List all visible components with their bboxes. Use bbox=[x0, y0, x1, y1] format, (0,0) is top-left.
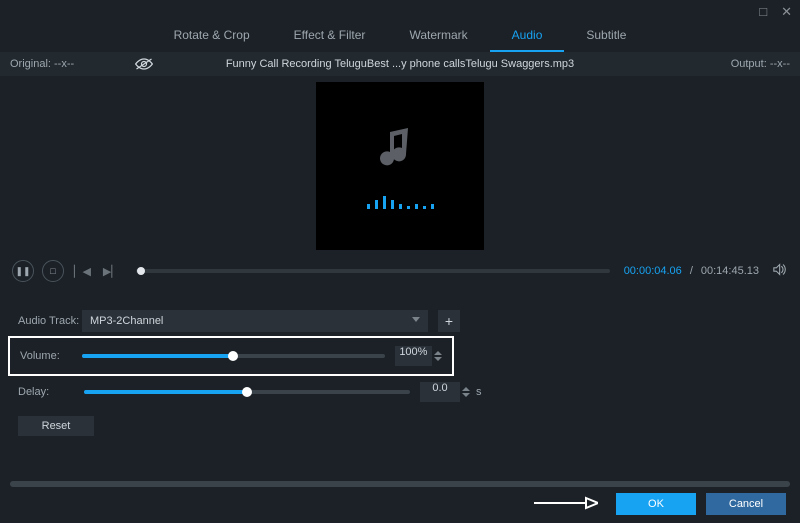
equalizer-icon bbox=[367, 193, 434, 209]
time-total: 00:14:45.13 bbox=[701, 265, 759, 277]
volume-up[interactable] bbox=[434, 351, 442, 355]
volume-row-highlight: Volume: 100% bbox=[8, 336, 454, 376]
delay-stepper[interactable] bbox=[462, 387, 470, 397]
audio-track-value: MP3-2Channel bbox=[90, 315, 163, 327]
audio-track-select[interactable]: MP3-2Channel bbox=[82, 310, 428, 332]
volume-stepper[interactable] bbox=[434, 351, 442, 361]
next-frame-button[interactable]: ▶▏ bbox=[101, 265, 122, 278]
cancel-button[interactable]: Cancel bbox=[706, 493, 786, 515]
tab-watermark[interactable]: Watermark bbox=[387, 22, 489, 52]
delay-label: Delay: bbox=[18, 386, 82, 398]
audio-preview bbox=[316, 82, 484, 250]
seek-thumb[interactable] bbox=[137, 267, 145, 275]
tab-audio[interactable]: Audio bbox=[490, 22, 565, 52]
chevron-down-icon bbox=[412, 317, 420, 322]
time-separator: / bbox=[690, 265, 693, 277]
stop-button[interactable]: □ bbox=[42, 260, 64, 282]
delay-value[interactable]: 0.0 bbox=[420, 382, 460, 402]
horizontal-scrollbar[interactable] bbox=[10, 481, 790, 487]
time-current: 00:00:04.06 bbox=[624, 265, 682, 277]
tab-rotate-crop[interactable]: Rotate & Crop bbox=[152, 22, 272, 52]
tab-subtitle[interactable]: Subtitle bbox=[564, 22, 648, 52]
music-note-icon bbox=[380, 124, 420, 175]
arrow-annotation bbox=[532, 496, 598, 513]
tab-bar: Rotate & Crop Effect & Filter Watermark … bbox=[0, 0, 800, 52]
audio-track-label: Audio Track: bbox=[18, 315, 82, 327]
current-filename: Funny Call Recording TeluguBest ...y pho… bbox=[226, 58, 574, 70]
prev-frame-button[interactable]: ▏◀ bbox=[72, 265, 93, 278]
ok-button[interactable]: OK bbox=[616, 493, 696, 515]
volume-thumb[interactable] bbox=[228, 351, 238, 361]
maximize-button[interactable]: □ bbox=[759, 4, 767, 20]
delay-slider[interactable] bbox=[84, 390, 410, 394]
volume-down[interactable] bbox=[434, 357, 442, 361]
visibility-toggle-icon[interactable] bbox=[134, 57, 154, 71]
speaker-icon[interactable] bbox=[773, 263, 788, 279]
scrollbar-thumb[interactable] bbox=[10, 481, 790, 487]
audio-settings: Audio Track: MP3-2Channel + Volume: 100%… bbox=[0, 288, 800, 436]
volume-value[interactable]: 100% bbox=[395, 346, 432, 366]
delay-suffix: s bbox=[476, 386, 482, 398]
close-button[interactable]: ✕ bbox=[781, 4, 792, 20]
delay-up[interactable] bbox=[462, 387, 470, 391]
original-dimensions: Original: --x-- bbox=[10, 58, 74, 70]
info-bar: Original: --x-- Funny Call Recording Tel… bbox=[0, 52, 800, 76]
volume-label: Volume: bbox=[20, 350, 80, 362]
output-dimensions: Output: --x-- bbox=[731, 58, 790, 70]
add-audio-track-button[interactable]: + bbox=[438, 310, 460, 332]
volume-slider[interactable] bbox=[82, 354, 385, 358]
playback-bar: ❚❚ □ ▏◀ ▶▏ 00:00:04.06 / 00:14:45.13 bbox=[0, 250, 800, 288]
delay-down[interactable] bbox=[462, 393, 470, 397]
seek-slider[interactable] bbox=[136, 269, 610, 273]
delay-thumb[interactable] bbox=[242, 387, 252, 397]
pause-button[interactable]: ❚❚ bbox=[12, 260, 34, 282]
tab-effect-filter[interactable]: Effect & Filter bbox=[272, 22, 388, 52]
reset-button[interactable]: Reset bbox=[18, 416, 94, 436]
